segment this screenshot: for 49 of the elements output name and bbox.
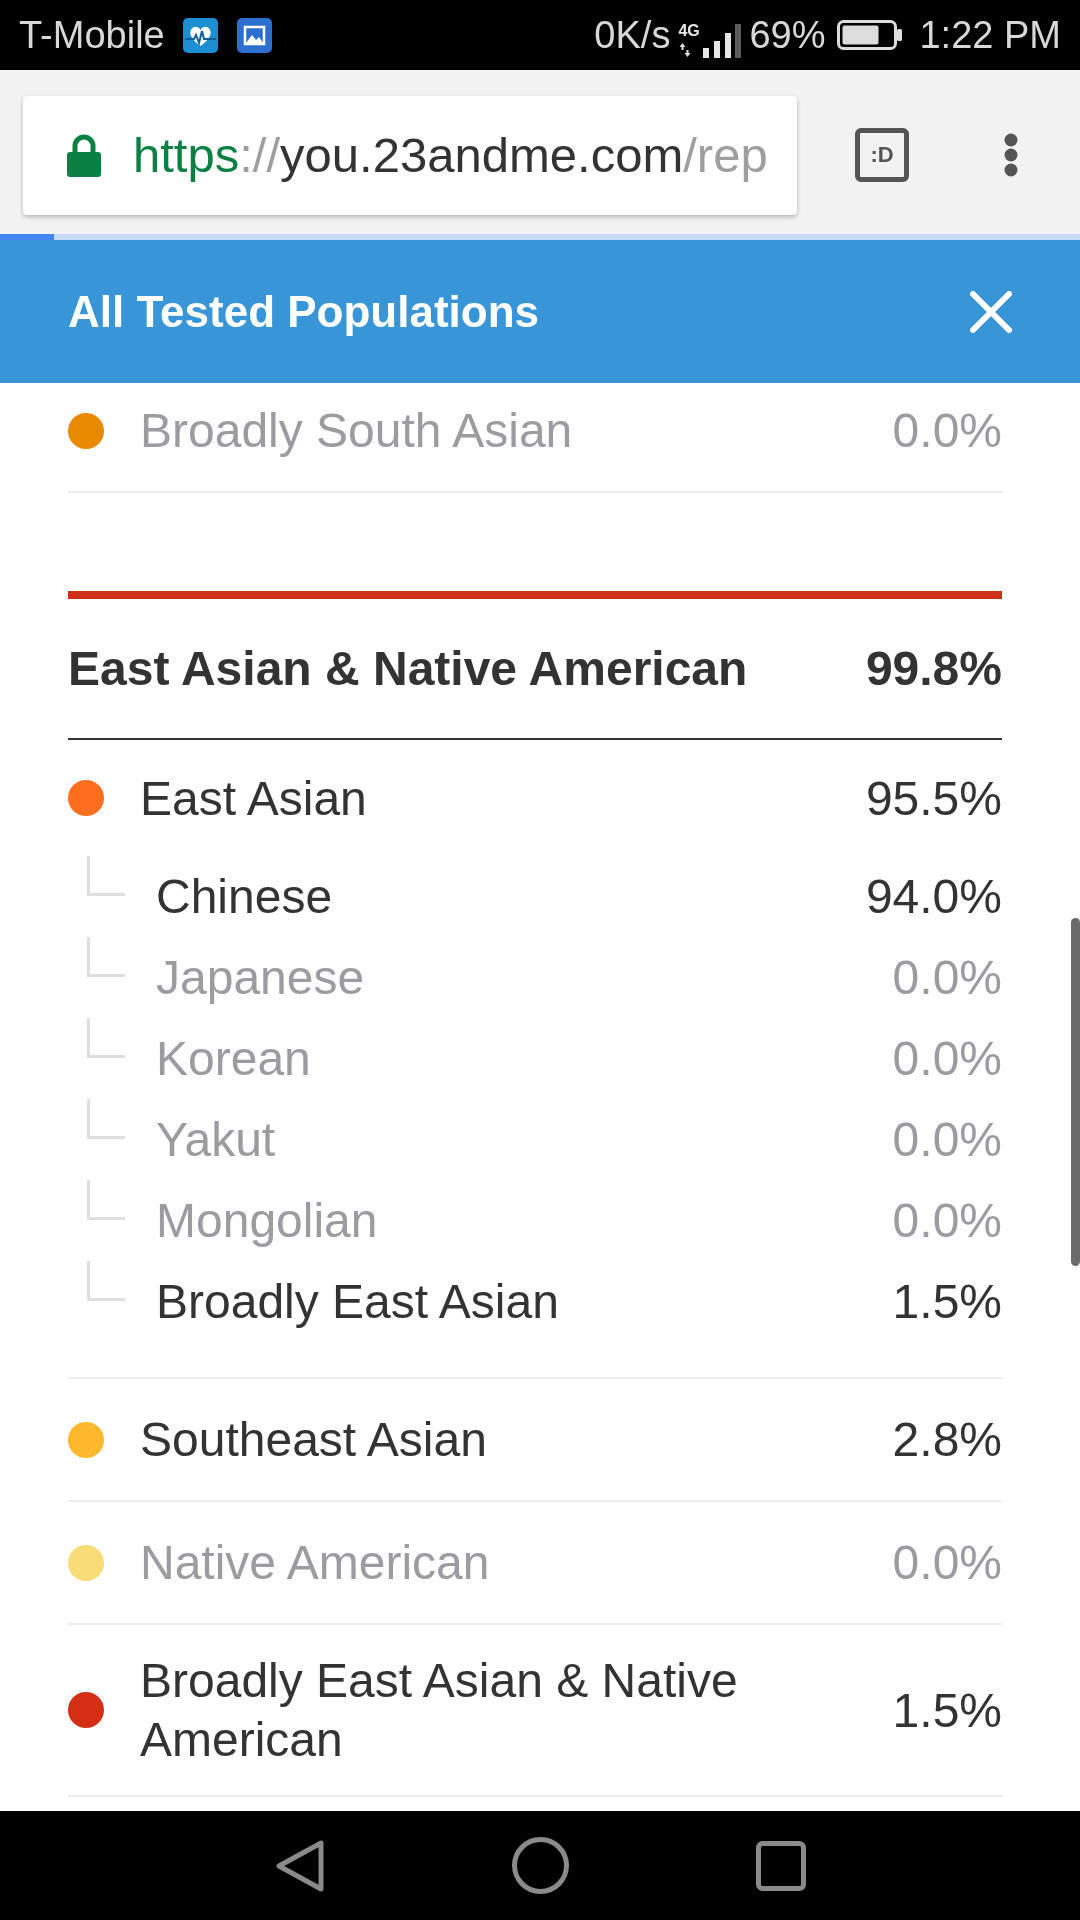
network-speed: 0K/s bbox=[594, 13, 671, 57]
subpopulation-percentage: 0.0% bbox=[892, 950, 1002, 1006]
population-percentage: 95.5% bbox=[865, 770, 1002, 827]
battery-percent: 69% bbox=[749, 13, 826, 57]
clock-time: 1:22 PM bbox=[919, 13, 1061, 57]
population-percentage: 1.5% bbox=[892, 1682, 1002, 1739]
subpopulation-name: Yakut bbox=[156, 1112, 277, 1168]
tree-elbow-icon bbox=[87, 1018, 125, 1058]
population-percentage: 0.0% bbox=[892, 403, 1002, 459]
subpopulation-percentage: 0.0% bbox=[892, 1112, 1002, 1168]
home-icon[interactable] bbox=[512, 1837, 569, 1894]
back-icon[interactable] bbox=[275, 1839, 325, 1892]
subpopulation-percentage: 94.0% bbox=[865, 869, 1002, 925]
recent-apps-icon[interactable] bbox=[756, 1840, 806, 1891]
subpopulation-percentage: 1.5% bbox=[892, 1274, 1002, 1330]
group-percentage: 99.8% bbox=[865, 641, 1002, 697]
picture-icon bbox=[236, 17, 272, 53]
tree-elbow-icon bbox=[87, 856, 125, 896]
close-icon[interactable] bbox=[970, 290, 1012, 333]
tree-elbow-icon bbox=[87, 937, 125, 977]
subpopulation-percentage: 0.0% bbox=[892, 1031, 1002, 1087]
population-name: Broadly South Asian bbox=[140, 403, 574, 459]
network-type: 4G bbox=[678, 24, 700, 38]
more-menu-icon[interactable] bbox=[1004, 133, 1018, 177]
tab-switcher-button[interactable]: :D bbox=[855, 128, 909, 182]
population-name: Native American bbox=[140, 1535, 491, 1591]
subpopulation-name: Korean bbox=[156, 1031, 312, 1087]
population-percentage: 0.0% bbox=[892, 1535, 1002, 1591]
tree-elbow-icon bbox=[87, 1180, 125, 1220]
population-percentage: 2.8% bbox=[892, 1412, 1002, 1468]
signal-bars-icon bbox=[703, 24, 742, 58]
carrier-name: T-Mobile bbox=[19, 13, 165, 57]
subpopulation-percentage: 0.0% bbox=[892, 1193, 1002, 1249]
battery-icon bbox=[837, 20, 903, 50]
heart-pulse-icon bbox=[182, 17, 218, 53]
subpopulation-name: Japanese bbox=[156, 950, 366, 1006]
subpopulation-name: Broadly East Asian bbox=[156, 1274, 560, 1330]
tree-elbow-icon bbox=[87, 1099, 125, 1139]
address-bar[interactable]: https://you.23andme.com/rep bbox=[23, 95, 797, 215]
population-name: Broadly East Asian & Native American bbox=[140, 1653, 739, 1768]
group-title: East Asian & Native American bbox=[68, 641, 749, 697]
population-name: East Asian bbox=[140, 770, 368, 827]
subpopulation-name: Mongolian bbox=[156, 1193, 379, 1249]
modal-title: All Tested Populations bbox=[68, 285, 539, 338]
data-arrows-icon bbox=[679, 42, 692, 58]
lock-icon bbox=[67, 133, 101, 177]
population-name: Southeast Asian bbox=[140, 1412, 488, 1468]
tree-elbow-icon bbox=[87, 1261, 125, 1301]
subpopulation-name: Chinese bbox=[156, 869, 334, 925]
